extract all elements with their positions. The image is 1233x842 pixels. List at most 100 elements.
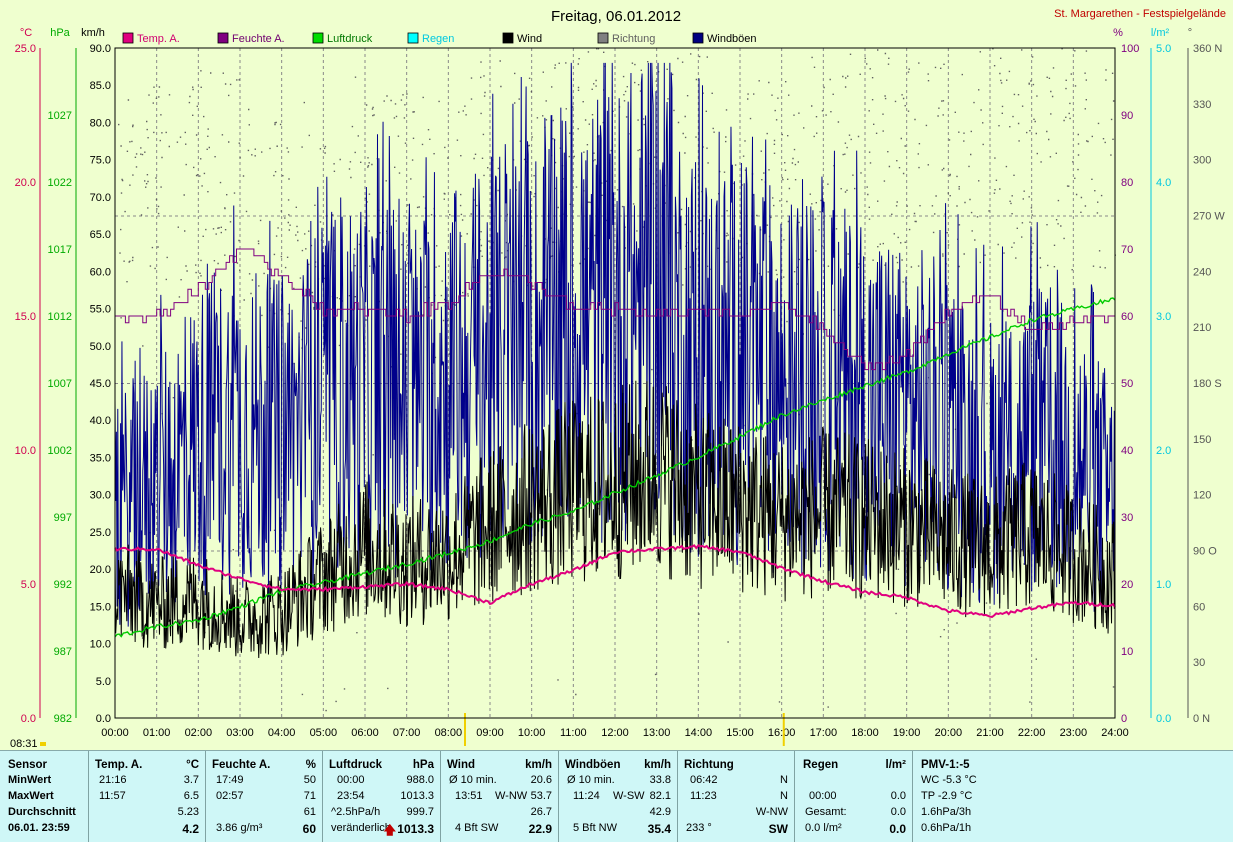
stats-pressure-1h: 0.6hPa/1h bbox=[921, 822, 972, 834]
stats-pressure-min-value: 988.0 bbox=[406, 774, 434, 786]
wind-tick-label: 10.0 bbox=[90, 639, 111, 651]
wind-tick-label: 45.0 bbox=[90, 378, 111, 390]
stats-pressure-title: Luftdruck bbox=[329, 759, 383, 771]
stats-wind-max-direction: W-NW bbox=[495, 790, 528, 802]
humidity-tick-label: 30 bbox=[1121, 512, 1133, 524]
rain-tick-label: 5.0 bbox=[1156, 43, 1171, 55]
wind-tick-label: 15.0 bbox=[90, 601, 111, 613]
wind-tick-label: 75.0 bbox=[90, 155, 111, 167]
time-marker-label: 08:31 bbox=[10, 738, 38, 750]
humidity-tick-label: 70 bbox=[1121, 244, 1133, 256]
direction-unit-label: ° bbox=[1188, 27, 1192, 39]
humidity-tick-label: 0 bbox=[1121, 713, 1127, 725]
weather-chart: Freitag, 06.01.2012 St. Margarethen - Fes… bbox=[10, 8, 1226, 750]
legend-label-1: Feuchte A. bbox=[232, 33, 285, 45]
stats-rain-total-label: Gesamt: bbox=[805, 806, 847, 818]
humidity-unit-label: % bbox=[1113, 27, 1123, 39]
time-tick-label: 23:00 bbox=[1060, 727, 1088, 739]
time-tick-label: 03:00 bbox=[226, 727, 254, 739]
wind-tick-label: 35.0 bbox=[90, 452, 111, 464]
stats-rain-total-value: 0.0 bbox=[890, 806, 906, 818]
time-tick-label: 05:00 bbox=[310, 727, 338, 739]
time-tick-label: 07:00 bbox=[393, 727, 421, 739]
direction-tick-label: 90 O bbox=[1193, 546, 1217, 558]
legend-swatch-3 bbox=[407, 32, 419, 44]
stats-dewpoint: TP -2.9 °C bbox=[921, 790, 973, 802]
stats-temp-current-value: 4.2 bbox=[182, 822, 199, 836]
pressure-tick-label: 1012 bbox=[48, 311, 72, 323]
pressure-tick-label: 997 bbox=[54, 512, 72, 524]
wind-tick-label: 20.0 bbox=[90, 564, 111, 576]
time-tick-label: 14:00 bbox=[685, 727, 713, 739]
time-marker-swatch bbox=[40, 742, 46, 746]
stats-wind-unit: km/h bbox=[525, 759, 552, 771]
stats-gust-max-direction: W-SW bbox=[613, 790, 645, 802]
stats-humidity-min-value: 50 bbox=[303, 774, 316, 786]
legend-swatch-5 bbox=[597, 32, 609, 44]
stats-pressure-min-time: 00:00 bbox=[337, 774, 365, 786]
legend-label-4: Wind bbox=[517, 33, 542, 45]
stats-windchill: WC -5.3 °C bbox=[921, 774, 977, 786]
stats-rain-unit: l/m² bbox=[885, 759, 906, 771]
stats-temp-avg-value: 5.23 bbox=[177, 806, 199, 818]
pressure-tick-label: 1017 bbox=[48, 244, 72, 256]
stats-temp-title: Temp. A. bbox=[95, 759, 143, 771]
stats-direction-degrees: 233 ° bbox=[686, 822, 712, 834]
direction-tick-label: 180 S bbox=[1193, 378, 1222, 390]
temp-tick-label: 15.0 bbox=[15, 311, 36, 323]
rain-tick-label: 2.0 bbox=[1156, 445, 1171, 457]
rain-unit-label: l/m² bbox=[1151, 27, 1170, 39]
temp-tick-label: 10.0 bbox=[15, 445, 36, 457]
direction-tick-label: 210 bbox=[1193, 322, 1211, 334]
stats-rain-column: Regen l/m² 00:00 0.0 Gesamt: 0.0 0.0 l/m… bbox=[795, 751, 913, 842]
stats-rain-max-value: 0.0 bbox=[890, 790, 906, 802]
direction-tick-label: 0 N bbox=[1193, 713, 1210, 725]
rain-tick-label: 1.0 bbox=[1156, 579, 1171, 591]
stats-rain-amount: 0.0 l/m² bbox=[805, 822, 842, 834]
wind-tick-label: 70.0 bbox=[90, 192, 111, 204]
wind-unit-label: km/h bbox=[81, 27, 105, 39]
stats-humidity-current-value: 60 bbox=[302, 822, 316, 836]
stats-gust-column: Windböen km/h Ø 10 min. 33.8 11:24 W-SW … bbox=[559, 751, 678, 842]
stats-pressure-avg-value: 999.7 bbox=[406, 806, 434, 818]
legend-swatch-0 bbox=[122, 32, 134, 44]
stats-wind-avg10-value: 20.6 bbox=[530, 774, 552, 786]
pressure-tick-label: 992 bbox=[54, 579, 72, 591]
stats-wind-avg10-label: Ø 10 min. bbox=[449, 774, 497, 786]
stats-gust-beaufort: 5 Bft NW bbox=[573, 822, 618, 834]
stats-direction-current-value: SW bbox=[768, 822, 788, 836]
stats-pressure-trend: ^2.5hPa/h bbox=[331, 806, 381, 818]
stats-rain-current-value: 0.0 bbox=[889, 822, 906, 836]
stats-temp-min-value: 3.7 bbox=[183, 774, 199, 786]
stats-humidity-max-time: 02:57 bbox=[216, 790, 244, 802]
stats-wind-max-time: 13:51 bbox=[455, 790, 483, 802]
stats-pressure-unit: hPa bbox=[412, 759, 434, 771]
temp-unit-label: °C bbox=[20, 27, 32, 39]
wind-tick-label: 65.0 bbox=[90, 229, 111, 241]
direction-tick-label: 300 bbox=[1193, 155, 1211, 167]
stats-minwert-label: MinWert bbox=[8, 774, 52, 786]
legend-swatch-2 bbox=[312, 32, 324, 44]
stats-current-label: 06.01. 23:59 bbox=[8, 822, 70, 834]
time-tick-label: 12:00 bbox=[601, 727, 629, 739]
pressure-tick-label: 987 bbox=[54, 646, 72, 658]
pressure-tick-label: 1027 bbox=[48, 110, 72, 122]
temp-tick-label: 0.0 bbox=[21, 713, 36, 725]
stats-sensor-title: Sensor bbox=[8, 759, 47, 771]
stats-temp-max-time: 11:57 bbox=[99, 790, 126, 802]
direction-tick-label: 30 bbox=[1193, 657, 1205, 669]
stats-humidity-absolute: 3.86 g/m³ bbox=[216, 822, 263, 834]
legend-label-2: Luftdruck bbox=[327, 33, 373, 45]
humidity-tick-label: 50 bbox=[1121, 378, 1133, 390]
stats-gust-avg10-value: 33.8 bbox=[649, 774, 671, 786]
stats-pressure-column: Luftdruck hPa 00:00 988.0 23:54 1013.3 ^… bbox=[323, 751, 441, 842]
direction-tick-label: 120 bbox=[1193, 490, 1211, 502]
stats-temp-column: Temp. A. °C 21:16 3.7 11:57 6.5 5.23 4.2 bbox=[89, 751, 206, 842]
stats-direction-min-time: 06:42 bbox=[690, 774, 718, 786]
stats-wind-max-value: 53.7 bbox=[530, 790, 552, 802]
stats-maxwert-label: MaxWert bbox=[8, 790, 54, 802]
temp-tick-label: 5.0 bbox=[21, 579, 36, 591]
humidity-tick-label: 10 bbox=[1121, 646, 1133, 658]
stats-pressure-tendency: veränderlich bbox=[331, 822, 391, 834]
rain-tick-label: 4.0 bbox=[1156, 177, 1171, 189]
